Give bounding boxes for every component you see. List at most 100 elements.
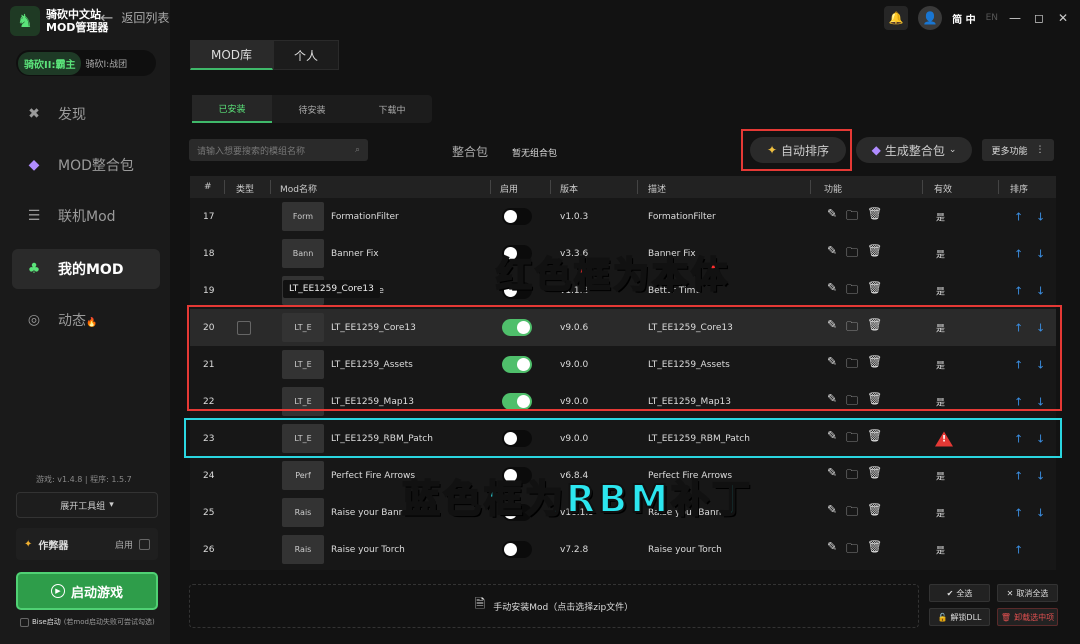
mod-name: Banner Fix — [331, 248, 379, 259]
arrow-left-icon: ← — [100, 8, 114, 27]
move-down-icon[interactable]: ↓ — [1036, 506, 1045, 519]
back-link[interactable]: ← 返回列表 — [100, 8, 169, 27]
table-header: # 类型 Mod名称 启用 版本 描述 功能 有效 排序 — [190, 176, 1056, 198]
app-logo: ♞ 骑砍中文站 MOD管理器 — [10, 6, 108, 36]
folder-icon[interactable]: 🗀 — [846, 206, 858, 227]
trash-icon[interactable]: 🗑 — [867, 243, 882, 264]
game-tab-bannerlord[interactable]: 骑砍II:霸主 — [18, 51, 82, 75]
edit-icon[interactable]: ✎ — [827, 243, 837, 264]
tab-pending[interactable]: 待安装 — [272, 95, 352, 123]
row-actions: ✎ 🗀 🗑 — [827, 206, 882, 227]
row-actions: ✎ 🗀 🗑 — [827, 502, 882, 523]
bell-icon[interactable]: 🔔 — [884, 6, 909, 30]
nav-news[interactable]: ◎ 动态🔥 — [12, 300, 160, 340]
col-sort: 排序 — [1010, 185, 1029, 195]
file-icon: 🗎 — [474, 597, 486, 612]
move-up-icon[interactable]: ↑ — [1014, 210, 1023, 223]
trash-icon[interactable]: 🗑 — [867, 539, 882, 560]
folder-icon[interactable]: 🗀 — [846, 243, 858, 264]
search-input[interactable]: 请输入想要搜索的模组名称 ⌕ — [189, 139, 368, 161]
move-down-icon[interactable]: ↓ — [1036, 469, 1045, 482]
expand-toolbox-button[interactable]: 展开工具组 ▾ — [16, 492, 158, 518]
move-up-icon[interactable]: ↑ — [1014, 543, 1023, 556]
caret-down-icon: ▾ — [109, 500, 114, 510]
row-index: 19 — [203, 285, 215, 296]
close-icon[interactable]: ✕ — [1056, 11, 1070, 25]
nav-label: 我的MOD — [58, 262, 124, 278]
mod-description: Raise your Torch — [648, 544, 722, 555]
select-all-button[interactable]: ✔ 全选 — [929, 584, 990, 602]
manual-install-dropzone[interactable]: 🗎 手动安装Mod（点击选择zip文件） — [189, 584, 919, 628]
nav-label: 动态 — [58, 313, 86, 329]
window-controls: 🔔 👤 简 中 EN — ◻ ✕ — [884, 6, 1070, 30]
nav-modpack[interactable]: ◆ MOD整合包 — [12, 145, 160, 185]
uninstall-selected-button[interactable]: 🗑 卸载选中项 — [997, 608, 1058, 626]
row-index: 18 — [203, 248, 215, 259]
edit-icon[interactable]: ✎ — [827, 539, 837, 560]
valid-flag: 是 — [936, 546, 946, 556]
minimize-icon[interactable]: — — [1008, 11, 1022, 25]
folder-icon[interactable]: 🗀 — [846, 465, 858, 486]
mod-version: v7.2.8 — [560, 544, 589, 555]
move-up-icon[interactable]: ↑ — [1014, 469, 1023, 482]
highlight-box-auto-sort — [741, 129, 852, 171]
highlight-box-core — [187, 305, 1062, 411]
deselect-all-button[interactable]: ✕ 取消全选 — [997, 584, 1058, 602]
annotation-cyan: 蓝色框为RBM补丁 — [401, 476, 754, 522]
nav-online-mod[interactable]: ☰ 联机Mod — [12, 196, 160, 236]
cheat-state: 启用 — [114, 540, 133, 551]
row-actions: ✎ 🗀 🗑 — [827, 243, 882, 264]
bise-launch-row: Bise启动 (若mod启动失败可尝试勾选) — [20, 617, 155, 627]
tab-mod-library[interactable]: MOD库 — [190, 40, 274, 70]
folder-icon[interactable]: 🗀 — [846, 539, 858, 560]
more-functions-button[interactable]: 更多功能 ⋮ — [982, 139, 1054, 161]
folder-icon[interactable]: 🗀 — [846, 280, 858, 301]
enable-toggle[interactable] — [502, 208, 532, 225]
trash-icon[interactable]: 🗑 — [867, 502, 882, 523]
sub-tabs: 已安装 待安装 下载中 — [192, 95, 432, 123]
lang-zh[interactable]: 简 中 — [952, 11, 975, 26]
avatar[interactable]: 👤 — [918, 6, 943, 30]
trash-icon[interactable]: 🗑 — [867, 465, 882, 486]
enable-toggle[interactable] — [502, 541, 532, 558]
move-down-icon[interactable]: ↓ — [1036, 247, 1045, 260]
trash-icon: 🗑 — [1000, 612, 1012, 622]
nav-discover[interactable]: ✖ 发现 — [12, 94, 160, 134]
launch-game-button[interactable]: ▶ 启动游戏 — [16, 572, 158, 610]
modpack-label: 整合包 — [452, 145, 489, 159]
nav-my-mod[interactable]: ♣ 我的MOD — [12, 249, 160, 289]
highlight-box-rbm-patch — [184, 418, 1062, 458]
table-row[interactable]: 26 Rais Raise your Torch v7.2.8 Raise your T… — [190, 531, 1056, 568]
edit-icon[interactable]: ✎ — [827, 206, 837, 227]
move-up-icon[interactable]: ↑ — [1014, 247, 1023, 260]
lang-en[interactable]: EN — [986, 13, 998, 23]
tab-downloading[interactable]: 下载中 — [352, 95, 432, 123]
move-up-icon[interactable]: ↑ — [1014, 284, 1023, 297]
main-tabs: MOD库 个人 — [190, 40, 340, 70]
move-up-icon[interactable]: ↑ — [1014, 506, 1023, 519]
game-switch: 骑砍II:霸主 骑砍I:战团 — [16, 50, 156, 76]
move-down-icon[interactable]: ↓ — [1036, 284, 1045, 297]
tab-personal[interactable]: 个人 — [273, 40, 340, 70]
edit-icon[interactable]: ✎ — [827, 280, 837, 301]
tab-installed[interactable]: 已安装 — [192, 95, 272, 123]
play-icon: ▶ — [50, 584, 65, 598]
unlock-dll-button[interactable]: 🔓 解锁DLL — [929, 608, 990, 626]
folder-icon[interactable]: 🗀 — [846, 502, 858, 523]
generate-pack-button[interactable]: ◆ 生成整合包 ⌄ — [856, 137, 972, 163]
launch-label: 启动游戏 — [70, 585, 123, 601]
table-row[interactable]: 17 Form FormationFilter v1.0.3 FormationFilt… — [190, 198, 1056, 235]
edit-icon[interactable]: ✎ — [827, 502, 837, 523]
move-down-icon[interactable]: ↓ — [1036, 210, 1045, 223]
mod-thumbnail: Rais — [282, 535, 324, 564]
compass-icon: ✖ — [28, 106, 40, 122]
modpack-value[interactable]: 暂无组合包 — [512, 146, 557, 159]
cheat-checkbox[interactable] — [139, 538, 150, 550]
trash-icon[interactable]: 🗑 — [867, 206, 882, 227]
bise-checkbox[interactable] — [20, 617, 29, 627]
edit-icon[interactable]: ✎ — [827, 465, 837, 486]
trash-icon[interactable]: 🗑 — [867, 280, 882, 301]
row-actions: ✎ 🗀 🗑 — [827, 280, 882, 301]
maximize-icon[interactable]: ◻ — [1032, 11, 1046, 25]
game-tab-warband[interactable]: 骑砍I:战团 — [81, 57, 131, 70]
